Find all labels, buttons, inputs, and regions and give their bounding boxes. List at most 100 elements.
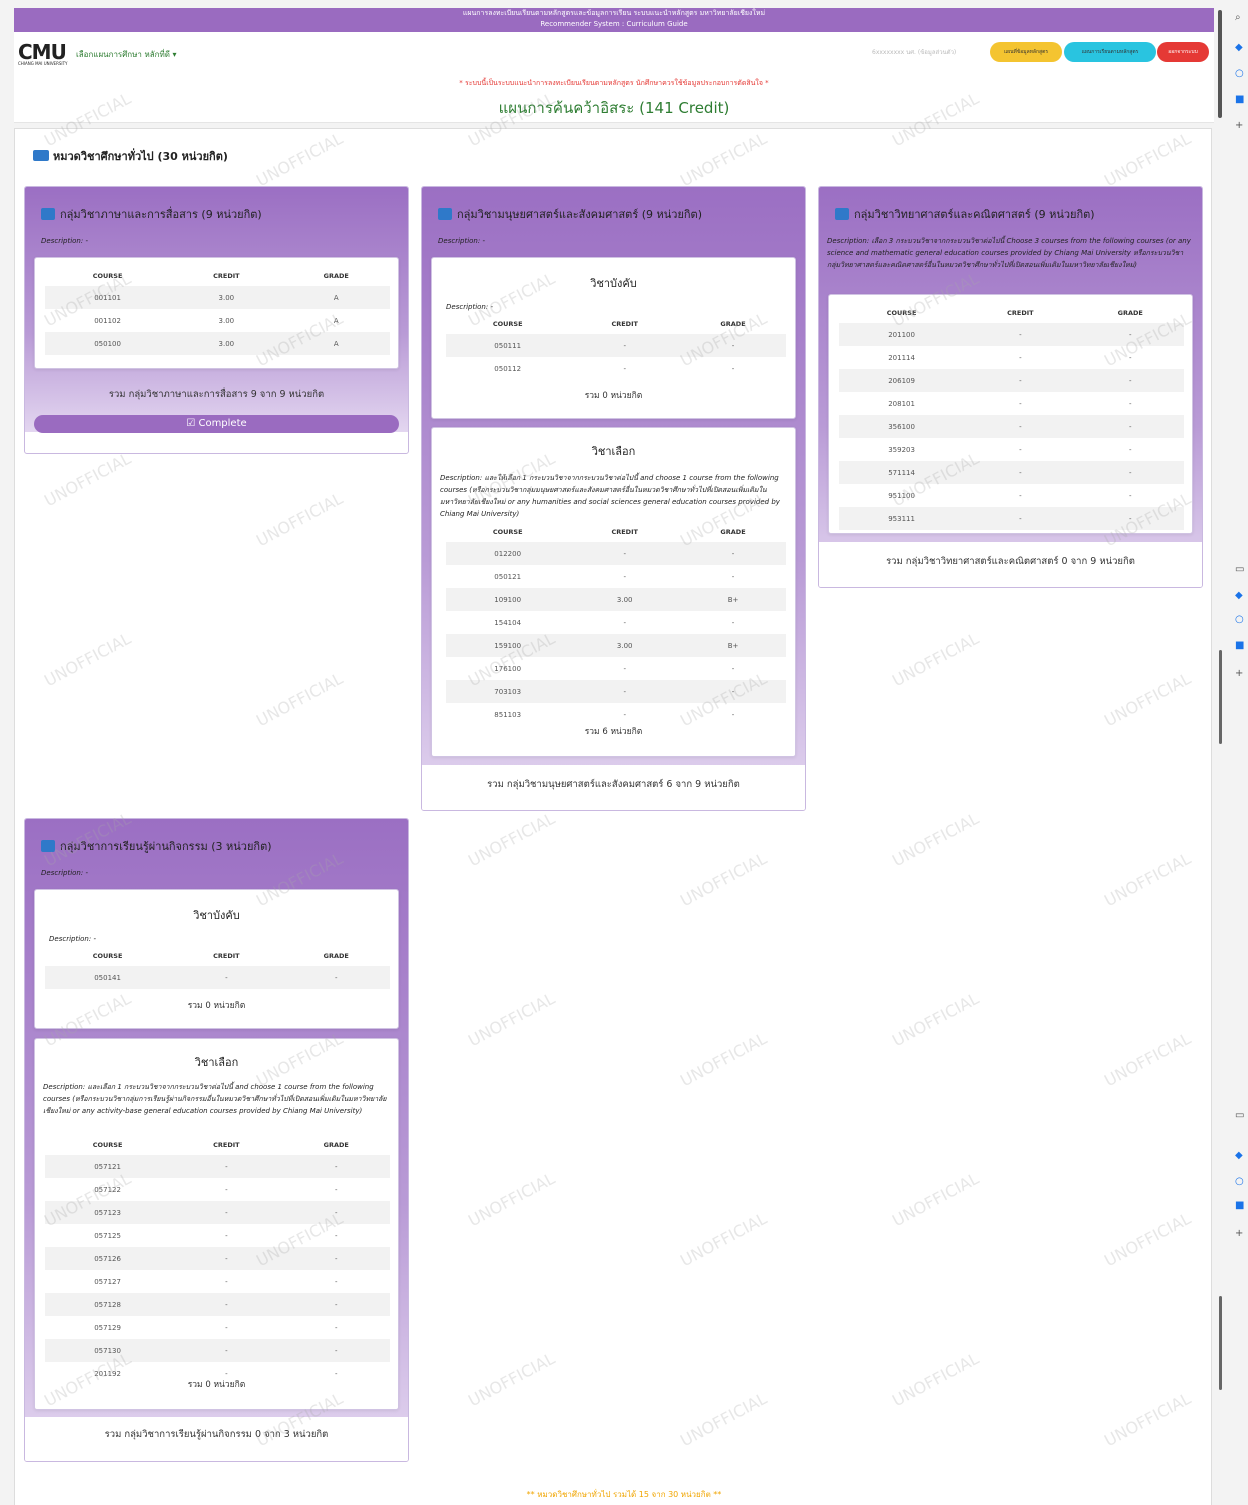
- arrow-down-icon: [41, 840, 55, 852]
- tag-icon[interactable]: ◆: [1235, 1150, 1243, 1161]
- table-cell: 057126: [45, 1247, 171, 1270]
- table-cell: -: [282, 1155, 390, 1178]
- navbar: CMU CHIANG MAI UNIVERSITY เลือกแผนการศึก…: [14, 32, 1214, 72]
- table-cell: -: [335, 1277, 338, 1286]
- tag-icon[interactable]: ◆: [1235, 42, 1243, 53]
- table-cell: -: [1129, 491, 1132, 500]
- panel-icon[interactable]: ▭: [1235, 1110, 1244, 1121]
- column-header: COURSE: [492, 320, 523, 328]
- table-cell: 159100: [446, 634, 570, 657]
- scrollbar-thumb[interactable]: [1219, 650, 1222, 744]
- table-cell: -: [680, 542, 786, 565]
- column-header: GRADE: [323, 1141, 349, 1149]
- table-cell: 057125: [94, 1231, 121, 1240]
- circle-icon[interactable]: ○: [1235, 68, 1244, 79]
- table-cell: 703103: [446, 680, 570, 703]
- table-cell: -: [1129, 445, 1132, 454]
- section-title: หมวดวิชาศึกษาทั่วไป (30 หน่วยกิต): [33, 147, 228, 165]
- table-cell: 001101: [45, 286, 171, 309]
- complete-badge[interactable]: ☑ Complete: [34, 415, 399, 433]
- table-row: 703103- -: [446, 680, 786, 703]
- table-row: 176100 - -: [446, 657, 786, 680]
- table-row: 050141- -: [45, 966, 390, 989]
- logo-subtext: CHIANG MAI UNIVERSITY: [18, 61, 68, 66]
- table-header-row: COURSE CREDIT GRADE: [446, 314, 786, 334]
- elective-title: วิชาเลือก: [194, 1056, 239, 1069]
- plus-icon[interactable]: +: [1235, 1228, 1243, 1239]
- table-row: 208101 - -: [839, 392, 1184, 415]
- group-activity-learning: กลุ่มวิชาการเรียนรู้ผ่านกิจกรรม (3 หน่วย…: [24, 818, 409, 1462]
- table-cell: -: [225, 1231, 228, 1240]
- group-title: กลุ่มวิชาวิทยาศาสตร์และคณิตศาสตร์ (9 หน่…: [835, 205, 1095, 223]
- table-row: 057125 - -: [45, 1224, 390, 1247]
- table-cell: -: [569, 334, 681, 357]
- table-cell: 057122: [94, 1185, 121, 1194]
- table-cell: 057129: [94, 1323, 121, 1332]
- elective-courses-card: วิชาเลือก Description: และให้เลือก 1 กระ…: [431, 427, 796, 757]
- total-credits-footer: ** หมวดวิชาศึกษาทั่วไป รวมได้ 15 จาก 30 …: [526, 1490, 722, 1499]
- table-header-row: COURSE CREDIT GRADE: [45, 946, 390, 966]
- table-cell: -: [731, 664, 735, 673]
- table-cell: -: [170, 966, 283, 989]
- table-row: 356100- -: [839, 415, 1184, 438]
- tag-icon[interactable]: ◆: [1235, 590, 1243, 601]
- group-summary: รวม กลุ่มวิชาภาษาและการสื่อสาร 9 จาก 9 ห…: [108, 389, 325, 400]
- elective-summary: รวม 0 หน่วยกิต: [187, 1380, 246, 1390]
- table-row: 057126- -: [45, 1247, 390, 1270]
- curriculum-map-button[interactable]: แผนที่ข้อมูลหลักสูตร: [990, 42, 1062, 62]
- course-table-card: COURSE CREDIT GRADE 201100- -201114- -206109-…: [828, 294, 1193, 534]
- table-cell: 057123: [45, 1201, 171, 1224]
- table-row: 109100 3.00 B+: [446, 588, 786, 611]
- section-title-text: หมวดวิชาศึกษาทั่วไป (30 หน่วยกิต): [53, 150, 228, 163]
- page-scrollbar[interactable]: [1218, 10, 1222, 118]
- check-box-icon: ☑: [186, 418, 199, 429]
- column-header: COURSE: [92, 272, 123, 280]
- table-cell: A: [282, 286, 390, 309]
- group-title: กลุ่มวิชามนุษยศาสตร์และสังคมศาสตร์ (9 หน…: [438, 205, 702, 223]
- table-cell: -: [335, 1323, 338, 1332]
- table-cell: -: [225, 1277, 228, 1286]
- table-row: 201100- -: [839, 323, 1184, 346]
- column-header: CREDIT: [213, 272, 240, 280]
- course-table: COURSE CREDIT GRADE 001101 3.00 A 001102 3.00 A 0…: [45, 266, 390, 355]
- table-cell: -: [335, 1231, 338, 1240]
- course-table: COURSE CREDIT GRADE 057121- -057122- -057123-…: [45, 1135, 390, 1385]
- table-cell: -: [1076, 369, 1184, 392]
- cmu-logo[interactable]: CMU CHIANG MAI UNIVERSITY: [18, 40, 67, 66]
- plan-selector-dropdown[interactable]: เลือกแผนการศึกษา หลักที่ดี ▾: [76, 48, 177, 61]
- table-row: 057128- -: [45, 1293, 390, 1316]
- group-science-mathematics: กลุ่มวิชาวิทยาศาสตร์และคณิตศาสตร์ (9 หน่…: [818, 186, 1203, 588]
- outlook-icon[interactable]: ■: [1235, 1200, 1244, 1211]
- table-row: 159100 3.00 B+: [446, 634, 786, 657]
- table-cell: -: [964, 369, 1077, 392]
- elective-description: Description: และเลือก 1 กระบวนวิชาจากกระ…: [43, 1083, 387, 1115]
- table-cell: 109100: [446, 588, 570, 611]
- table-cell: 154104: [494, 618, 522, 627]
- table-cell: 050141: [45, 966, 171, 989]
- required-title: วิชาบังคับ: [193, 909, 240, 922]
- circle-icon[interactable]: ○: [1235, 1176, 1244, 1187]
- elective-description: Description: และให้เลือก 1 กระบวนวิชาจาก…: [440, 474, 780, 518]
- circle-icon[interactable]: ○: [1235, 614, 1244, 625]
- study-plan-button[interactable]: แผนการเรียนตามหลักสูตร: [1064, 42, 1156, 62]
- elective-summary: รวม 6 หน่วยกิต: [584, 727, 643, 737]
- elective-courses-card: วิชาเลือก Description: และเลือก 1 กระบวน…: [34, 1038, 399, 1410]
- outlook-icon[interactable]: ■: [1235, 640, 1244, 651]
- logout-button[interactable]: ออกจากระบบ: [1157, 42, 1209, 62]
- course-table-card: COURSE CREDIT GRADE 001101 3.00 A 001102 3.00 A 0…: [34, 257, 399, 369]
- table-cell: 201114: [888, 353, 915, 362]
- scrollbar-thumb[interactable]: [1219, 1296, 1222, 1390]
- table-cell: 050111: [446, 334, 570, 357]
- outlook-icon[interactable]: ■: [1235, 94, 1244, 105]
- panel-icon[interactable]: ▭: [1235, 564, 1244, 575]
- table-cell: -: [569, 680, 681, 703]
- table-cell: 050100: [45, 332, 171, 355]
- table-cell: 851103: [494, 710, 522, 719]
- plus-icon[interactable]: +: [1235, 668, 1243, 679]
- search-icon[interactable]: ⌕: [1235, 12, 1241, 23]
- required-summary: รวม 0 หน่วยกิต: [584, 391, 643, 401]
- table-row: 201114 - -: [839, 346, 1184, 369]
- table-row: 057130- -: [45, 1339, 390, 1362]
- plus-icon[interactable]: +: [1235, 120, 1243, 131]
- group-description: Description: เลือก 3 กระบวนวิชาจากกระบวน…: [827, 237, 1191, 269]
